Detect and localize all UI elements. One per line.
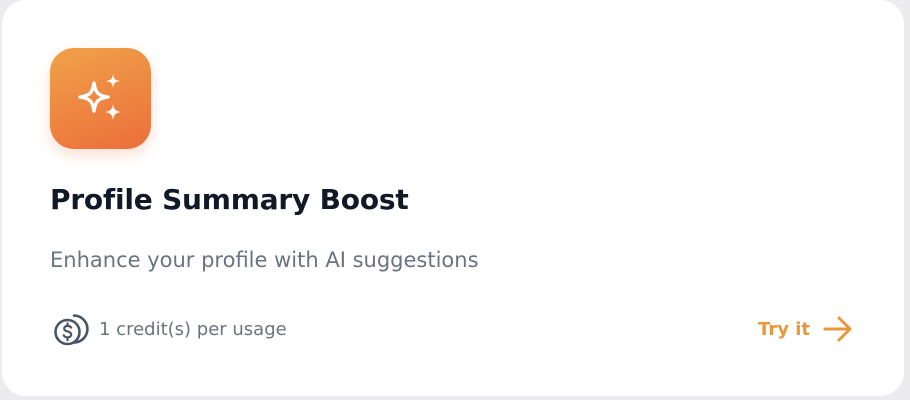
- arrow-right-icon: [823, 316, 852, 342]
- coins-icon: [54, 314, 89, 346]
- feature-card: Profile Summary Boost Enhance your profi…: [2, 0, 904, 396]
- sparkles-icon-tile: [50, 48, 151, 149]
- card-title: Profile Summary Boost: [50, 183, 409, 216]
- credits-text: 1 credit(s) per usage: [99, 318, 287, 340]
- credits-info: 1 credit(s) per usage: [52, 310, 287, 348]
- card-description: Enhance your profile with AI suggestions: [50, 248, 479, 272]
- sparkles-icon: [77, 73, 121, 120]
- try-it-label: Try it: [758, 318, 810, 340]
- try-it-button[interactable]: Try it: [758, 312, 854, 346]
